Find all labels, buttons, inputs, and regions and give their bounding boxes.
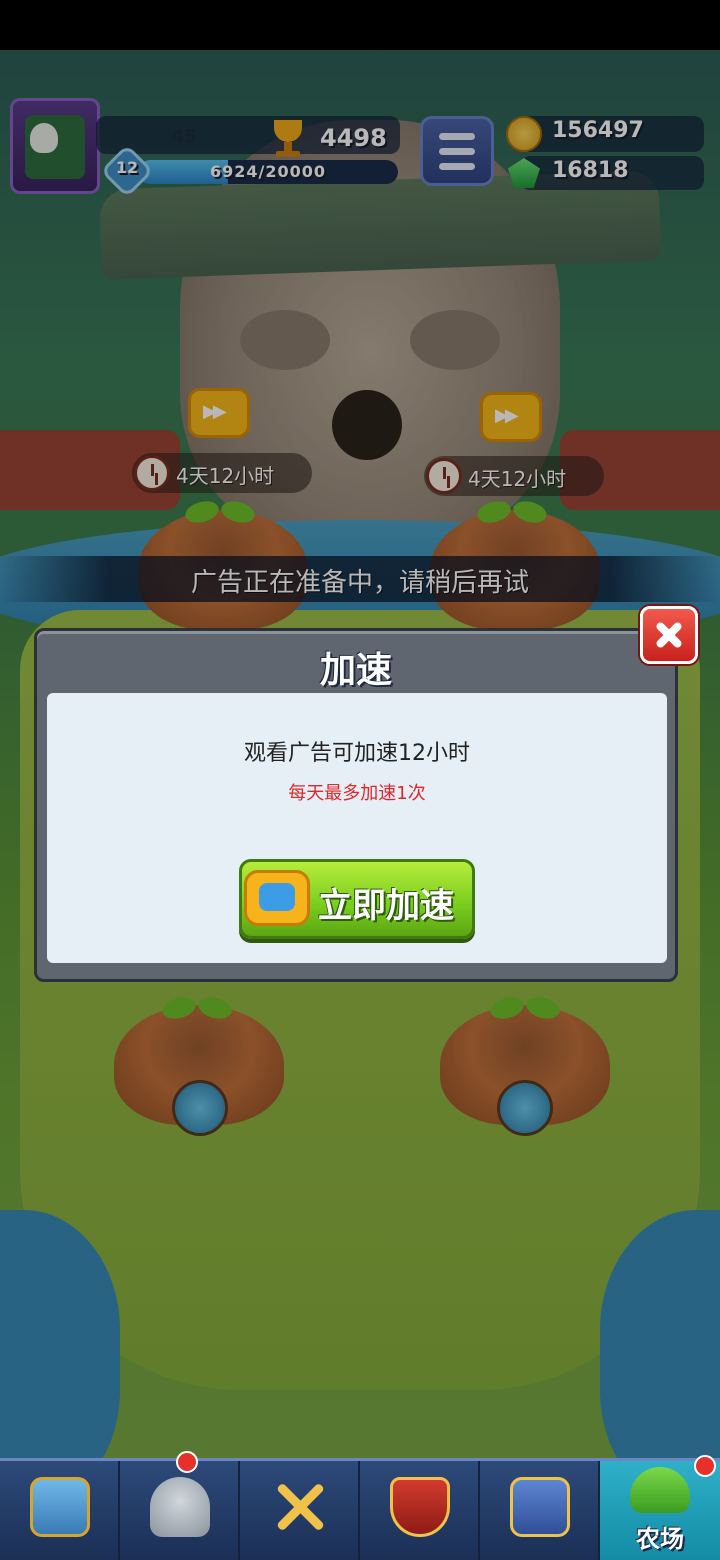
watch-ad-speedup-button[interactable]: 立即加速 xyxy=(239,859,475,939)
dialog-message: 观看广告可加速12小时 xyxy=(244,741,470,766)
crown-shield-icon xyxy=(390,1477,450,1537)
tab-battle[interactable] xyxy=(240,1461,360,1560)
sprout-icon xyxy=(630,1467,690,1513)
tab-clan[interactable] xyxy=(360,1461,480,1560)
dialog-title: 加速 xyxy=(319,650,392,691)
tab-farm[interactable]: 农场 xyxy=(600,1455,720,1560)
tab-heroes[interactable] xyxy=(120,1451,240,1560)
speedup-dialog: 加速 观看广告可加速12小时 每天最多加速1次 立即加速 xyxy=(34,628,678,982)
close-button[interactable] xyxy=(640,606,698,664)
team-banner-icon xyxy=(510,1477,570,1537)
speedup-button-label: 立即加速 xyxy=(318,886,454,926)
status-bar xyxy=(0,0,720,50)
tab-shop[interactable] xyxy=(0,1461,120,1560)
notification-dot xyxy=(176,1451,198,1473)
tv-icon xyxy=(244,870,310,926)
tab-social[interactable] xyxy=(480,1461,600,1560)
crossed-swords-icon xyxy=(270,1477,330,1537)
notification-dot xyxy=(694,1455,716,1477)
treasure-chest-icon xyxy=(30,1477,90,1537)
helmet-icon xyxy=(150,1477,210,1537)
tab-farm-label: 农场 xyxy=(636,1525,684,1553)
dialog-body: 观看广告可加速12小时 每天最多加速1次 立即加速 xyxy=(47,693,667,963)
dialog-limit-note: 每天最多加速1次 xyxy=(288,783,426,804)
bottom-nav: 农场 xyxy=(0,1451,720,1560)
